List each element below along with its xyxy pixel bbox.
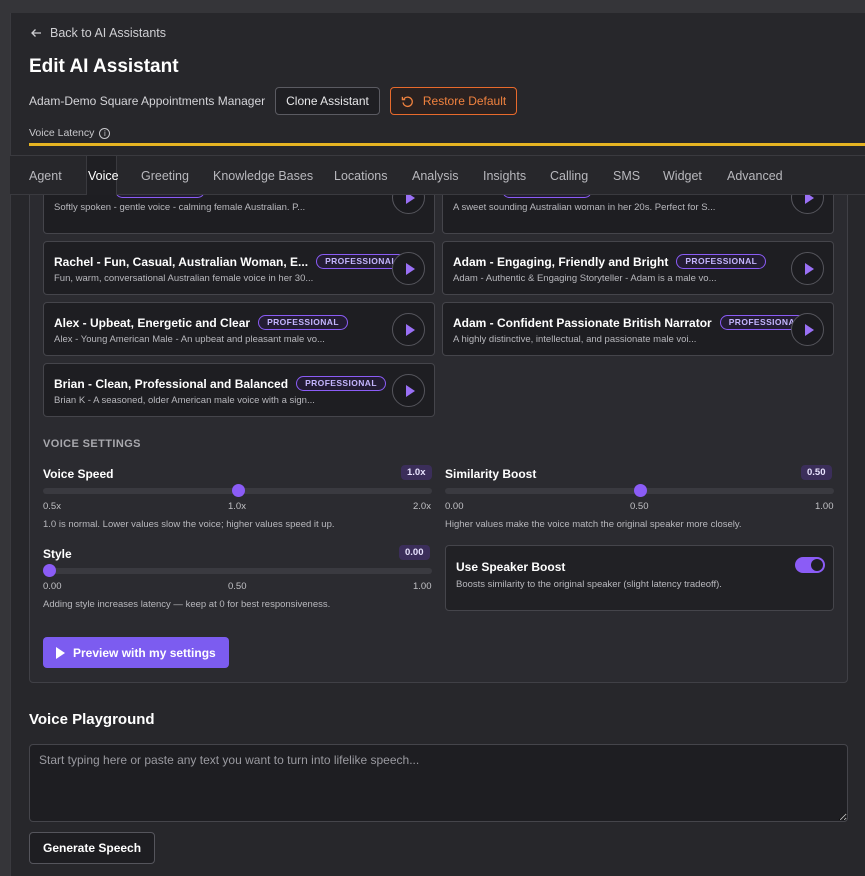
voice-latency: Voice Latency i — [29, 127, 111, 139]
similarity-boost-tick: 0.50 — [630, 501, 649, 512]
restore-default-button[interactable]: Restore Default — [389, 87, 518, 115]
voice-description: Brian K - A seasoned, older American mal… — [54, 395, 315, 406]
style-value: 0.00 — [399, 545, 430, 560]
similarity-boost-label: Similarity Boost — [445, 467, 537, 481]
play-icon[interactable] — [392, 313, 425, 346]
similarity-boost-slider[interactable] — [445, 484, 834, 497]
voice-description: Adam - Authentic & Engaging Storyteller … — [453, 273, 717, 284]
tab-knowledge-bases[interactable]: Knowledge Bases — [213, 156, 313, 195]
play-icon[interactable] — [791, 252, 824, 285]
tab-calling[interactable]: Calling — [550, 156, 588, 195]
tab-bar: Agent Voice Greeting Knowledge Bases Loc… — [10, 155, 865, 195]
voice-card[interactable]: Brian - Clean, Professional and Balanced… — [43, 363, 435, 417]
clone-assistant-button[interactable]: Clone Assistant — [275, 87, 380, 115]
professional-badge: PROFESSIONAL — [676, 254, 767, 269]
restore-icon — [401, 96, 413, 107]
similarity-boost-tick: 1.00 — [815, 501, 834, 512]
preview-button-label: Preview with my settings — [73, 645, 216, 660]
style-thumb[interactable] — [43, 564, 56, 577]
voice-playground-title: Voice Playground — [29, 711, 155, 728]
voice-name: Rachel - Fun, Casual, Australian Woman, … — [54, 254, 309, 269]
arrow-left-icon — [31, 29, 41, 37]
speaker-boost-toggle[interactable] — [795, 557, 825, 573]
tab-agent[interactable]: Agent — [29, 156, 62, 195]
voice-settings-heading: VOICE SETTINGS — [43, 438, 141, 450]
style-slider[interactable] — [43, 564, 432, 577]
voice-name: Brian - Clean, Professional and Balanced — [54, 376, 289, 391]
voice-speed-tick: 1.0x — [228, 501, 246, 512]
tab-greeting[interactable]: Greeting — [141, 156, 189, 195]
voice-description: A highly distinctive, intellectual, and … — [453, 334, 697, 345]
voice-speed-slider[interactable] — [43, 484, 432, 497]
voice-card[interactable]: Alex - Upbeat, Energetic and Clear PROFES… — [43, 302, 435, 356]
tab-analysis[interactable]: Analysis — [412, 156, 459, 195]
voice-description: Fun, warm, conversational Australian fem… — [54, 273, 314, 284]
voice-speed-tick: 2.0x — [413, 501, 431, 512]
voice-name-row: Brian - Clean, Professional and Balanced… — [54, 376, 386, 391]
speaker-boost-card: Use Speaker Boost Boosts similarity to t… — [445, 545, 834, 611]
professional-badge: PROFESSIONAL — [296, 376, 386, 391]
voice-panel: CharlottePROFESSIONAL Softly spoken - ge… — [29, 178, 848, 683]
voice-name: Adam - Confident Passionate British Narr… — [453, 315, 712, 330]
style-tick: 0.00 — [43, 581, 62, 592]
voice-speed-value: 1.0x — [401, 465, 432, 480]
tab-insights[interactable]: Insights — [483, 156, 526, 195]
similarity-boost-thumb[interactable] — [633, 484, 647, 497]
style-label: Style — [43, 547, 72, 561]
voice-speed-thumb[interactable] — [231, 484, 245, 497]
play-icon — [56, 646, 65, 659]
voice-name-row: Rachel - Fun, Casual, Australian Woman, … — [54, 254, 406, 269]
back-link[interactable]: Back to AI Assistants — [30, 26, 166, 40]
voice-name-row: Adam - Confident Passionate British Narr… — [453, 315, 810, 330]
voice-card[interactable]: Adam - Confident Passionate British Narr… — [442, 302, 834, 356]
speaker-boost-description: Boosts similarity to the original speake… — [456, 579, 722, 590]
voice-card[interactable]: Adam - Engaging, Friendly and Bright PROF… — [442, 241, 834, 295]
generate-speech-button[interactable]: Generate Speech — [29, 832, 156, 864]
voice-name-row: Adam - Engaging, Friendly and Bright PROF… — [453, 254, 767, 269]
voice-description: Softly spoken - gentle voice - calming f… — [54, 202, 306, 213]
tab-advanced[interactable]: Advanced — [727, 156, 783, 195]
play-icon[interactable] — [392, 252, 425, 285]
voice-name: Alex - Upbeat, Energetic and Clear — [54, 315, 251, 330]
style-tick: 0.50 — [228, 581, 247, 592]
voice-speed-tick: 0.5x — [43, 501, 61, 512]
latency-bar — [29, 143, 865, 146]
professional-badge: PROFESSIONAL — [258, 315, 348, 330]
style-tick: 1.00 — [413, 581, 432, 592]
style-hint: Adding style increases latency — keep at… — [43, 599, 331, 610]
voice-speed-label: Voice Speed — [43, 467, 114, 481]
voice-name-row: Alex - Upbeat, Energetic and Clear PROFES… — [54, 315, 348, 330]
voice-description: A sweet sounding Australian woman in her… — [453, 202, 716, 213]
back-link-label: Back to AI Assistants — [50, 26, 167, 40]
voice-description: Alex - Young American Male - An upbeat a… — [54, 334, 325, 345]
tab-sms[interactable]: SMS — [613, 156, 640, 195]
similarity-boost-tick: 0.00 — [445, 501, 464, 512]
restore-default-label: Restore Default — [422, 94, 507, 108]
assistant-name: Adam-Demo Square Appointments Manager — [29, 94, 266, 108]
speaker-boost-label: Use Speaker Boost — [456, 560, 566, 574]
similarity-boost-hint: Higher values make the voice match the o… — [445, 519, 742, 530]
similarity-boost-value: 0.50 — [801, 465, 832, 480]
voice-card[interactable]: Rachel - Fun, Casual, Australian Woman, … — [43, 241, 435, 295]
page-title: Edit AI Assistant — [29, 56, 179, 77]
voice-speed-hint: 1.0 is normal. Lower values slow the voi… — [43, 519, 335, 530]
voice-latency-label: Voice Latency — [29, 127, 95, 139]
playground-textarea[interactable] — [29, 744, 848, 822]
tab-widget[interactable]: Widget — [663, 156, 702, 195]
assistant-row: Adam-Demo Square Appointments Manager Cl… — [29, 87, 518, 115]
play-icon[interactable] — [392, 374, 425, 407]
info-icon[interactable]: i — [99, 127, 111, 139]
tab-voice[interactable]: Voice — [86, 156, 119, 195]
tab-locations[interactable]: Locations — [334, 156, 388, 195]
play-icon[interactable] — [791, 313, 824, 346]
voice-name: Adam - Engaging, Friendly and Bright — [453, 254, 669, 269]
preview-button[interactable]: Preview with my settings — [43, 637, 229, 668]
